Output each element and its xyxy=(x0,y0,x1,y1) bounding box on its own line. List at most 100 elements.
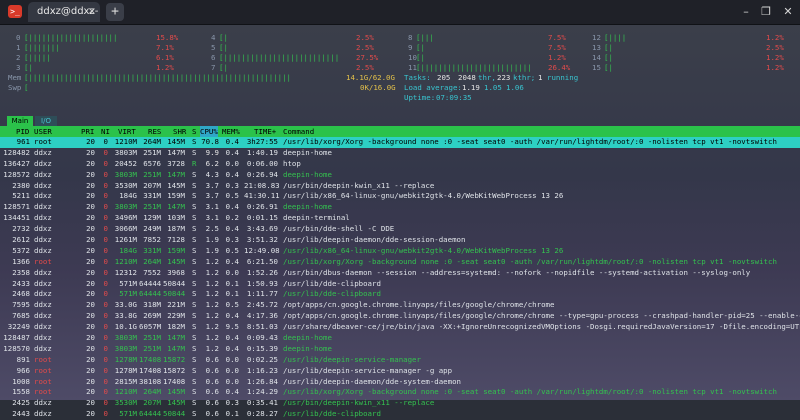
process-row[interactable]: 1558 root 20 0 1210M 264M 145M S 0.6 0.4 1:24.29/u… xyxy=(0,387,800,398)
process-row[interactable]: 128570 ddxz 20 0 3803M 251M 147M S 1.2 0.4 0:15.39… xyxy=(0,344,800,355)
terminal-icon[interactable]: >_ xyxy=(8,5,22,18)
pid-cell: 128570 xyxy=(3,343,30,353)
process-row[interactable]: 128482 ddxz 20 0 3803M 251M 147M S 9.9 0.4 1:40.19… xyxy=(0,148,800,159)
mem-cell: 0.4 xyxy=(225,147,239,157)
minimize-button[interactable]: – xyxy=(735,3,757,21)
virt-cell: 3803M xyxy=(114,169,137,179)
virt-cell: 1261M xyxy=(114,235,137,245)
uptime-label: Uptime: xyxy=(404,93,436,102)
col-pri[interactable]: PRI xyxy=(81,126,94,137)
mem-cell: 0.5 xyxy=(225,191,239,201)
shr-cell: 50844 xyxy=(163,278,186,288)
col-pid[interactable]: PID xyxy=(16,126,29,137)
process-row[interactable]: 128572 ddxz 20 0 3803M 251M 147M S 4.3 0.4 0:26.94… xyxy=(0,170,800,181)
process-row[interactable]: 2732 ddxz 20 0 3066M 249M 187M S 2.5 0.4 3:43.69/u… xyxy=(0,224,800,235)
ni-cell: 0 xyxy=(103,147,108,157)
mem-cell: 0.0 xyxy=(225,376,239,386)
res-cell: 6057M xyxy=(139,322,162,332)
command-cell: deepin-home xyxy=(283,202,332,212)
col-virt[interactable]: VIRT xyxy=(118,126,136,137)
process-row[interactable]: 5372 ddxz 20 0 184G 331M 159M S 1.9 0.5 12:49.08/u… xyxy=(0,246,800,257)
process-row[interactable]: 7595 ddxz 20 0 33.0G 318M 221M S 1.2 0.5 2:45.72/o… xyxy=(0,300,800,311)
close-window-button[interactable]: ✕ xyxy=(777,3,799,21)
mem-cell: 0.4 xyxy=(225,311,239,321)
user-cell: root xyxy=(34,365,52,375)
cpu-meter-row: 0 [|||||||||||||||||||| 15.8% 4 [| 2.5% … xyxy=(6,33,796,43)
process-row[interactable]: 961 root 20 0 1210M 264M 145M S 70.8 0.4 3h27:55/u… xyxy=(0,137,800,148)
process-row[interactable]: 2380 ddxz 20 0 3530M 207M 145M S 3.7 0.3 21:08.83/… xyxy=(0,181,800,192)
load-1: 1.19 xyxy=(462,83,480,92)
state-cell: S xyxy=(192,235,197,245)
col-shr[interactable]: SHR xyxy=(173,126,186,137)
cpu-cell: 3.7 xyxy=(205,180,219,190)
pid-cell: 128487 xyxy=(3,333,30,343)
res-cell: 7852 xyxy=(143,235,161,245)
process-row[interactable]: 136427 ddxz 20 0 20452 6576 3728 R 6.2 0.0 0:06.00… xyxy=(0,159,800,170)
process-row[interactable]: 1008 root 20 0 2815M 38108 17408 S 0.6 0.0 1:26.84… xyxy=(0,377,800,388)
shr-cell: 15872 xyxy=(163,365,186,375)
pri-cell: 20 xyxy=(86,398,95,408)
mem-cell: 0.0 xyxy=(225,158,239,168)
shr-cell: 145M xyxy=(167,137,185,146)
cpu-cell: 70.8 xyxy=(201,137,219,146)
pid-cell: 961 xyxy=(16,137,30,146)
col-res[interactable]: RES xyxy=(148,126,161,137)
cpu-value: 2.5% xyxy=(356,43,374,52)
col-command[interactable]: Command xyxy=(283,126,314,137)
state-cell: S xyxy=(192,376,197,386)
new-tab-button[interactable]: + xyxy=(106,3,124,21)
process-row[interactable]: 7685 ddxz 20 0 33.8G 269M 229M S 1.2 0.4 4:17.36/o… xyxy=(0,311,800,322)
state-cell: S xyxy=(192,267,197,277)
process-row[interactable]: 2433 ddxz 20 0 571M 64444 50844 S 1.2 0.1 1:50.93 /… xyxy=(0,279,800,290)
tab-io[interactable]: I/O xyxy=(35,116,57,126)
col-time[interactable]: TIME+ xyxy=(254,126,276,137)
col-ni[interactable]: NI xyxy=(101,126,110,137)
command-cell: /opt/apps/cn.google.chrome.linyaps/files… xyxy=(283,300,555,310)
col-state[interactable]: S xyxy=(192,126,196,137)
cpu-cell: 0.6 xyxy=(205,354,219,364)
col-user[interactable]: USER xyxy=(34,126,52,137)
process-row[interactable]: 891 root 20 0 1278M 17408 15872 S 0.6 0.0 0:02.25 /… xyxy=(0,355,800,366)
process-row[interactable]: 128487 ddxz 20 0 3803M 251M 147M S 1.2 0.4 0:09.43… xyxy=(0,333,800,344)
shr-cell: 7128 xyxy=(167,235,185,245)
state-cell: S xyxy=(192,202,197,212)
tab-main[interactable]: Main xyxy=(7,116,33,126)
process-row[interactable]: 32249 ddxz 20 0 10.1G 6057M 182M S 1.2 9.5 8:51.03… xyxy=(0,322,800,333)
uptime-row: Uptime: 07:09:35 xyxy=(6,93,796,103)
load-15: 1.06 xyxy=(506,83,524,92)
pri-cell: 20 xyxy=(86,191,95,201)
process-row[interactable]: 134451 ddxz 20 0 3496M 129M 103M S 3.1 0.2 0:01.15… xyxy=(0,213,800,224)
terminal-tab[interactable]: ddxz@ddxz-PC: ~ × xyxy=(28,2,100,37)
user-cell: ddxz xyxy=(34,213,52,223)
process-row[interactable]: 2425 ddxz 20 0 3530M 207M 145M S 0.6 0.3 0:35.41/u… xyxy=(0,398,800,409)
process-row[interactable]: 5211 ddxz 20 0 184G 331M 159M S 3.7 0.5 41:30.11/u… xyxy=(0,191,800,202)
mem-cell: 0.3 xyxy=(225,398,239,408)
state-cell: S xyxy=(192,213,197,223)
command-cell: /usr/lib/dde-clipboard xyxy=(283,278,381,288)
col-mem[interactable]: MEM% xyxy=(222,126,240,137)
state-cell: S xyxy=(192,245,197,255)
shr-cell: 147M xyxy=(167,333,185,343)
process-row[interactable]: 2443 ddxz 20 0 571M 64444 50844 S 0.6 0.1 0:28.27 /… xyxy=(0,409,800,420)
process-row[interactable]: 2612 ddxz 20 0 1261M 7852 7128 S 1.9 0.3 3:51.32/u… xyxy=(0,235,800,246)
col-cpu[interactable]: CPU% xyxy=(200,126,218,137)
virt-cell: 1210M xyxy=(114,256,137,266)
column-header: PID USER PRI NI VIRT RES SHR S CPU% MEM%… xyxy=(0,126,800,137)
process-row[interactable]: 2358 ddxz 20 0 12312 7552 3968 S 1.2 0.0 1:52.26/u… xyxy=(0,268,800,279)
process-row[interactable]: 1366 root 20 0 1210M 264M 145M S 1.2 0.4 6:21.50/u… xyxy=(0,257,800,268)
command-cell: /usr/lib/deepin-daemon/dde-session-daemo… xyxy=(283,235,466,245)
process-list[interactable]: 961 root 20 0 1210M 264M 145M S 70.8 0.4 3h27:55/u… xyxy=(0,137,800,420)
process-row[interactable]: 966 root 20 0 1278M 17408 15872 S 0.6 0.0 1:16.23 /… xyxy=(0,366,800,377)
restore-button[interactable]: ❐ xyxy=(755,3,777,21)
command-cell: /usr/lib/x86_64-linux-gnu/webkit2gtk-4.0… xyxy=(283,191,564,201)
process-row[interactable]: 2468 ddxz 20 0 571M 64444 50844 S 1.2 0.1 1:11.77 /… xyxy=(0,289,800,300)
user-cell: ddxz xyxy=(34,278,52,288)
state-cell: S xyxy=(192,322,197,332)
process-row[interactable]: 128571 ddxz 20 0 3803M 251M 147M S 3.1 0.4 0:26.91… xyxy=(0,202,800,213)
user-cell: ddxz xyxy=(34,158,52,168)
command-cell: deepin-home xyxy=(283,333,332,343)
close-tab-icon[interactable]: × xyxy=(88,2,96,22)
state-cell: S xyxy=(192,180,197,190)
shr-cell: 145M xyxy=(167,398,185,408)
user-cell: root xyxy=(34,256,52,266)
